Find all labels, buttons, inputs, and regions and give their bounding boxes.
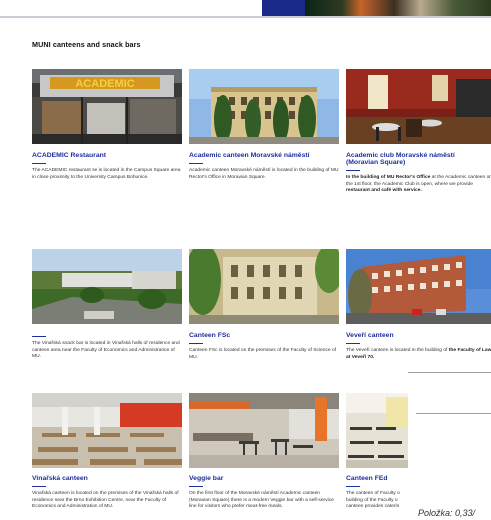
banner-photo-strip (305, 0, 491, 16)
overlay-divider (416, 413, 491, 414)
rectors-office-building-photo[interactable] (189, 69, 339, 144)
card-description: The canteen of Faculty o building of the… (346, 491, 400, 510)
vinarska-campus-photo[interactable] (32, 249, 182, 324)
desc-bold: In the building of MU Rector's Office (346, 175, 431, 180)
top-banner (0, 0, 491, 18)
card-description: Academic canteen Moravské náměstí is loc… (189, 168, 339, 180)
svg-text:ACADEMIC: ACADEMIC (75, 78, 134, 90)
title-underline (32, 163, 46, 165)
veggie-bar-image (189, 393, 339, 468)
card-title[interactable]: Veggie bar (189, 475, 223, 483)
faculty-of-science-image (189, 249, 339, 324)
title-underline (346, 486, 360, 488)
academic-restaurant-photo[interactable]: ACADEMIC (32, 69, 182, 144)
card-title[interactable]: Vinařská canteen (32, 475, 88, 483)
title-underline (32, 486, 46, 488)
card-description: In the building of MU Rector's Office at… (346, 175, 491, 195)
academic-club-photo[interactable] (346, 69, 491, 144)
title-underline (189, 343, 203, 345)
card-description: Canteen FSc is located on the premises o… (189, 348, 337, 360)
card-title-line2[interactable]: (Moravian Square) (346, 159, 405, 167)
title-underline (32, 336, 46, 338)
faculty-of-science-photo[interactable] (189, 249, 339, 324)
page-heading: MUNI canteens and snack bars (32, 40, 141, 49)
desc-text: The Veveří canteen is located in the bui… (346, 348, 449, 353)
title-underline (189, 486, 203, 488)
card-canteen-fed[interactable]: Canteen FEd The canteen of Faculty o bui… (346, 393, 408, 520)
faculty-of-law-image (346, 249, 491, 324)
card-description: The ACADEMIC restaurant se is located in… (32, 168, 181, 180)
card-description: The Vinařská snack bar is located in Vin… (32, 341, 180, 360)
banner-divider (0, 16, 491, 18)
title-underline (189, 163, 203, 165)
fed-canteen-image (346, 393, 408, 468)
desc-bold: restaurant and café with service. (346, 188, 422, 194)
overlay-item-label: Položka: 0,33/ (418, 508, 476, 518)
fed-canteen-interior-photo[interactable] (346, 393, 408, 468)
card-description: The Veveří canteen is located in the bui… (346, 348, 491, 361)
vinarska-canteen-interior-photo[interactable] (32, 393, 182, 468)
card-description: On the first floor of the Moravské náměs… (189, 491, 334, 510)
card-title[interactable]: Canteen FEd (346, 475, 388, 483)
faculty-of-law-photo[interactable] (346, 249, 491, 324)
vinarska-canteen-image (32, 393, 182, 468)
card-title[interactable]: Academic canteen Moravské náměstí (189, 152, 310, 160)
overlay-divider (408, 372, 491, 373)
banner-navy-block (262, 0, 305, 16)
title-underline (346, 170, 360, 172)
card-title[interactable]: ACADEMIC Restaurant (32, 152, 106, 160)
academic-restaurant-image: ACADEMIC (32, 69, 182, 144)
academic-club-image (346, 69, 491, 144)
card-title[interactable]: Canteen FSc (189, 332, 230, 340)
card-title[interactable]: Veveří canteen (346, 332, 394, 340)
vinarska-campus-image (32, 249, 182, 324)
card-description: Vinařská canteen is located on the premi… (32, 491, 179, 510)
veggie-bar-interior-photo[interactable] (189, 393, 339, 468)
title-underline (346, 343, 360, 345)
rectors-office-image (189, 69, 339, 144)
